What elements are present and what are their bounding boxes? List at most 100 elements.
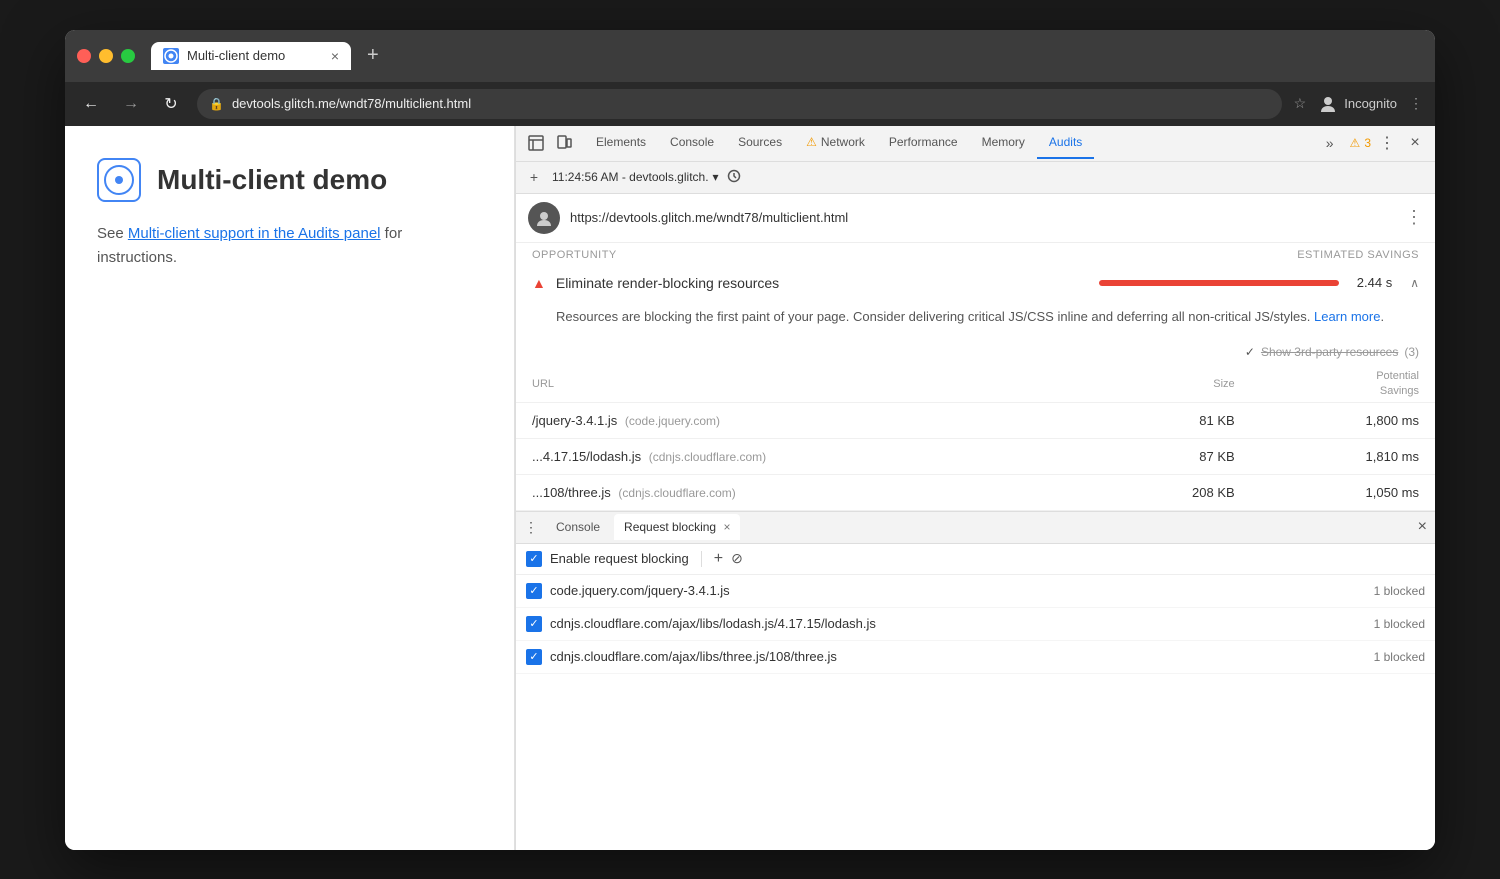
- enable-blocking-label: Enable request blocking: [550, 551, 689, 566]
- lock-icon: 🔒: [209, 97, 224, 111]
- browser-window: Multi-client demo × + ← → ↻ 🔒 devtools.g…: [65, 30, 1435, 850]
- enable-blocking-checkbox[interactable]: ✓: [526, 551, 542, 567]
- third-party-label[interactable]: Show 3rd-party resources: [1261, 345, 1398, 359]
- session-selector[interactable]: 11:24:56 AM - devtools.glitch. ▾: [552, 170, 719, 184]
- audit-avatar: [528, 202, 560, 234]
- resource-row-2: ...108/three.js (cdnjs.cloudflare.com) 2…: [516, 474, 1435, 510]
- network-warning-icon: ⚠: [806, 135, 817, 149]
- estimated-savings-label: Estimated Savings: [1297, 249, 1419, 261]
- audit-desc-text: Resources are blocking the first paint o…: [556, 309, 1310, 324]
- block-icon[interactable]: ⊘: [731, 550, 743, 567]
- resource-savings-1: 1,810 ms: [1251, 438, 1435, 474]
- devtools-settings-icon[interactable]: ⋮: [1379, 133, 1395, 153]
- main-content: Multi-client demo See Multi-client suppo…: [65, 126, 1435, 850]
- resource-savings-0: 1,800 ms: [1251, 402, 1435, 438]
- tab-performance[interactable]: Performance: [877, 127, 970, 159]
- col-header-size: Size: [1090, 365, 1251, 402]
- drawer-close-button[interactable]: ×: [1418, 518, 1427, 536]
- traffic-light-green[interactable]: [121, 49, 135, 63]
- devtools-toolbar: Elements Console Sources ⚠ Network Perfo…: [516, 126, 1435, 162]
- devtools-toolbar-right: » ⚠ 3 ⋮ ×: [1318, 131, 1427, 155]
- tab-audits[interactable]: Audits: [1037, 127, 1094, 159]
- page-logo: [97, 158, 141, 202]
- drawer-tab-console[interactable]: Console: [546, 514, 610, 540]
- add-session-button[interactable]: +: [524, 167, 544, 187]
- drawer-tab-request-blocking[interactable]: Request blocking ×: [614, 514, 740, 540]
- blocked-item-checkbox-2[interactable]: ✓: [526, 649, 542, 665]
- devtools-content: https://devtools.glitch.me/wndt78/multic…: [516, 194, 1435, 850]
- refresh-button[interactable]: ↻: [157, 90, 185, 118]
- audit-savings: 2.44 s: [1357, 275, 1392, 290]
- checkbox-check-icon: ✓: [529, 552, 538, 565]
- active-tab[interactable]: Multi-client demo ×: [151, 42, 351, 70]
- tab-close-button[interactable]: ×: [331, 48, 339, 64]
- resource-url-text-0: /jquery-3.4.1.js: [532, 413, 617, 428]
- history-icon[interactable]: [727, 169, 741, 186]
- resource-savings-2: 1,050 ms: [1251, 474, 1435, 510]
- tab-elements[interactable]: Elements: [584, 127, 658, 159]
- address-bar-right: ☆ Incognito ⋮: [1294, 94, 1423, 114]
- star-icon[interactable]: ☆: [1294, 95, 1307, 112]
- audit-description: Resources are blocking the first paint o…: [516, 301, 1435, 340]
- traffic-light-red[interactable]: [77, 49, 91, 63]
- more-tabs-icon[interactable]: »: [1318, 135, 1342, 151]
- tab-network[interactable]: ⚠ Network: [794, 127, 877, 159]
- inspect-icon[interactable]: [524, 131, 548, 155]
- tab-memory[interactable]: Memory: [970, 127, 1037, 159]
- audit-learn-more-link[interactable]: Learn more: [1314, 309, 1380, 324]
- audit-url-text: https://devtools.glitch.me/wndt78/multic…: [570, 210, 1395, 225]
- incognito-label: Incognito: [1344, 96, 1397, 111]
- resource-source-2: (cdnjs.cloudflare.com): [618, 486, 735, 500]
- drawer-menu-icon[interactable]: ⋮: [524, 519, 538, 536]
- session-dropdown-icon: ▾: [713, 170, 719, 184]
- forward-button[interactable]: →: [117, 90, 145, 118]
- blocked-item-url-0: code.jquery.com/jquery-3.4.1.js: [550, 583, 1366, 598]
- resource-url-text-1: ...4.17.15/lodash.js: [532, 449, 641, 464]
- session-label: 11:24:56 AM - devtools.glitch.: [552, 170, 709, 184]
- blocked-item-checkbox-1[interactable]: ✓: [526, 616, 542, 632]
- opportunity-header: Opportunity Estimated Savings: [516, 243, 1435, 265]
- warning-badge-icon: ⚠: [1350, 136, 1361, 150]
- new-tab-button[interactable]: +: [359, 40, 387, 71]
- audit-item-header: ▲ Eliminate render-blocking resources 2.…: [516, 265, 1435, 301]
- devtools-secondary-toolbar: + 11:24:56 AM - devtools.glitch. ▾: [516, 162, 1435, 194]
- blocked-item-1: ✓ cdnjs.cloudflare.com/ajax/libs/lodash.…: [516, 608, 1435, 641]
- blocked-item-0: ✓ code.jquery.com/jquery-3.4.1.js 1 bloc…: [516, 575, 1435, 608]
- tab-console[interactable]: Console: [658, 127, 726, 159]
- blocked-item-url-1: cdnjs.cloudflare.com/ajax/libs/lodash.js…: [550, 616, 1366, 631]
- blocked-item-checkbox-0[interactable]: ✓: [526, 583, 542, 599]
- audit-progress-bar: [1099, 280, 1339, 286]
- devtools-close-button[interactable]: ×: [1403, 131, 1427, 155]
- page-content: Multi-client demo See Multi-client suppo…: [65, 126, 515, 850]
- request-blocking-toolbar: ✓ Enable request blocking + ⊘: [516, 544, 1435, 575]
- audits-panel-link[interactable]: Multi-client support in the Audits panel: [128, 225, 381, 242]
- bottom-drawer: ⋮ Console Request blocking × ×: [516, 511, 1435, 674]
- col-header-savings: PotentialSavings: [1251, 365, 1435, 402]
- browser-menu-icon[interactable]: ⋮: [1409, 95, 1423, 112]
- tab-sources[interactable]: Sources: [726, 127, 794, 159]
- traffic-light-yellow[interactable]: [99, 49, 113, 63]
- audit-url-menu[interactable]: ⋮: [1405, 207, 1423, 228]
- third-party-checkbox[interactable]: ✓: [1245, 345, 1255, 359]
- audit-url-header: https://devtools.glitch.me/wndt78/multic…: [516, 194, 1435, 243]
- blocked-count-0: 1 blocked: [1374, 584, 1425, 598]
- third-party-row: ✓ Show 3rd-party resources (3): [516, 339, 1435, 365]
- tab-favicon: [163, 48, 179, 64]
- drawer-tab-close-icon[interactable]: ×: [723, 520, 730, 534]
- device-toggle-icon[interactable]: [552, 131, 576, 155]
- opportunity-label: Opportunity: [532, 249, 617, 261]
- audit-expand-chevron[interactable]: ∧: [1410, 276, 1419, 290]
- page-title: Multi-client demo: [157, 158, 387, 202]
- resource-source-1: (cdnjs.cloudflare.com): [649, 450, 766, 464]
- blocked-item-url-2: cdnjs.cloudflare.com/ajax/libs/three.js/…: [550, 649, 1366, 664]
- add-pattern-button[interactable]: +: [714, 550, 723, 568]
- drawer-content: ✓ Enable request blocking + ⊘ ✓: [516, 544, 1435, 674]
- blocked-count-1: 1 blocked: [1374, 617, 1425, 631]
- toolbar-divider: [701, 551, 702, 567]
- warning-badge: ⚠ 3: [1350, 136, 1371, 150]
- back-button[interactable]: ←: [77, 90, 105, 118]
- tab-bar: Multi-client demo × +: [151, 40, 1423, 71]
- resource-size-2: 208 KB: [1090, 474, 1251, 510]
- incognito-badge: Incognito: [1318, 94, 1397, 114]
- url-bar[interactable]: 🔒 devtools.glitch.me/wndt78/multiclient.…: [197, 89, 1282, 119]
